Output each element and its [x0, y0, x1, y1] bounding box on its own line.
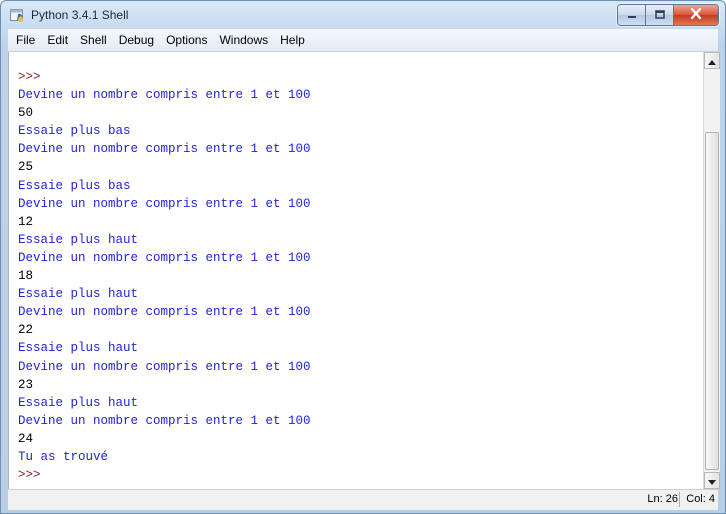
window-title: Python 3.4.1 Shell	[31, 8, 129, 22]
shell-line-input: 22	[18, 323, 34, 338]
shell-line-input: 50	[18, 106, 34, 121]
shell-line-input: 25	[18, 160, 34, 175]
shell-line-output: Essaie plus bas	[18, 178, 131, 193]
shell-line-output: Devine un nombre compris entre 1 et 100	[18, 196, 311, 211]
arrow-down-icon	[708, 472, 716, 490]
shell-line-output: Essaie plus bas	[18, 124, 131, 139]
close-icon	[690, 6, 702, 24]
menu-help[interactable]: Help	[274, 29, 311, 51]
menu-file[interactable]: File	[8, 29, 41, 51]
line-number: Ln: 26	[647, 493, 678, 505]
minimize-button[interactable]	[618, 5, 646, 25]
shell-line-output: Tu as trouvé	[18, 449, 109, 464]
maximize-icon	[654, 6, 665, 24]
arrow-up-icon	[708, 52, 716, 70]
shell-output: >>> Devine un nombre compris entre 1 et 1…	[18, 68, 311, 484]
scroll-up-button[interactable]	[704, 52, 720, 69]
shell-line-input: 18	[18, 269, 34, 284]
shell-line-prompt: >>>	[18, 70, 41, 84]
minimize-icon	[627, 6, 637, 24]
shell-line-output: Devine un nombre compris entre 1 et 100	[18, 305, 311, 320]
scroll-down-button[interactable]	[704, 472, 720, 489]
shell-line-output: Essaie plus haut	[18, 341, 139, 356]
shell-line-output: Essaie plus haut	[18, 232, 139, 247]
shell-line-output: Devine un nombre compris entre 1 et 100	[18, 250, 311, 265]
menu-debug[interactable]: Debug	[113, 29, 160, 51]
status-divider	[679, 492, 680, 507]
shell-line-output: Devine un nombre compris entre 1 et 100	[18, 142, 311, 157]
shell-text-area[interactable]: >>> Devine un nombre compris entre 1 et 1…	[8, 52, 704, 489]
menu-options[interactable]: Options	[160, 29, 213, 51]
menu-shell[interactable]: Shell	[74, 29, 113, 51]
python-idle-icon	[10, 8, 26, 23]
shell-window: Python 3.4.1 Shell File Edit Shell Debug…	[0, 0, 726, 514]
window-controls	[617, 4, 719, 26]
shell-line-output: Essaie plus haut	[18, 287, 139, 302]
scrollbar-thumb[interactable]	[705, 132, 719, 470]
menu-bar: File Edit Shell Debug Options Windows He…	[8, 29, 718, 52]
shell-line-output: Devine un nombre compris entre 1 et 100	[18, 88, 311, 103]
shell-line-prompt: >>>	[18, 468, 41, 483]
shell-line-input: 23	[18, 377, 34, 392]
title-bar[interactable]: Python 3.4.1 Shell	[1, 1, 725, 29]
shell-line-input: 12	[18, 214, 34, 229]
maximize-button[interactable]	[646, 5, 674, 25]
status-bar: Ln: 26 Col: 4	[8, 489, 718, 510]
shell-line-output: Devine un nombre compris entre 1 et 100	[18, 413, 311, 428]
shell-line-input: 24	[18, 431, 34, 446]
shell-line-output: Devine un nombre compris entre 1 et 100	[18, 359, 311, 374]
menu-windows[interactable]: Windows	[213, 29, 274, 51]
menu-edit[interactable]: Edit	[41, 29, 74, 51]
column-number: Col: 4	[686, 493, 715, 505]
shell-line-output: Essaie plus haut	[18, 395, 139, 410]
vertical-scrollbar[interactable]	[703, 52, 720, 489]
close-button[interactable]	[674, 5, 718, 25]
